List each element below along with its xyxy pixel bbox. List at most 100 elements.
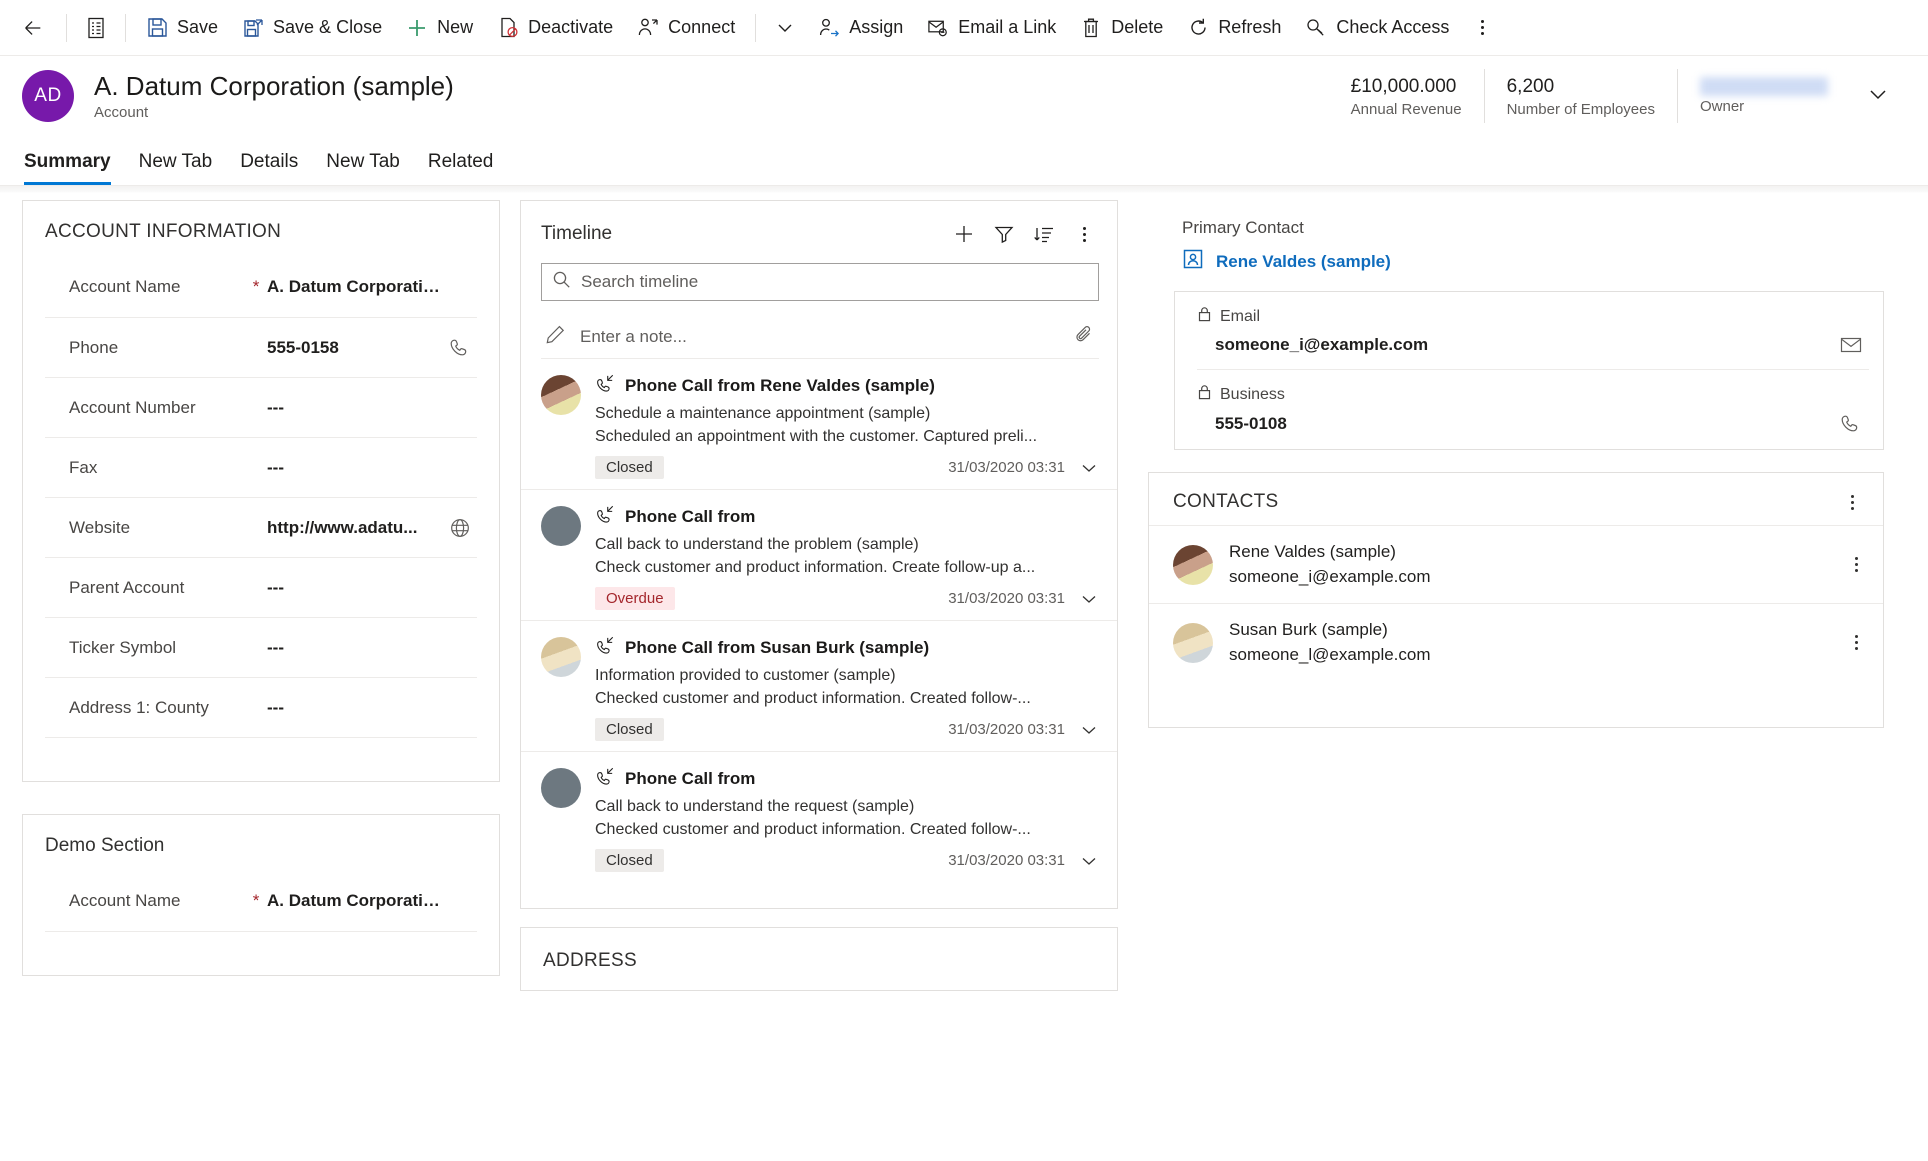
tab-new-tab-1[interactable]: New Tab: [125, 151, 227, 185]
save-and-close-button[interactable]: Save & Close: [230, 6, 394, 50]
owner-value: [1700, 77, 1828, 96]
globe-icon[interactable]: [443, 517, 477, 539]
timeline-item-title: Phone Call from: [625, 506, 756, 526]
address-card: ADDRESS: [520, 927, 1118, 991]
timeline-item-date-group: 31/03/2020 03:31: [948, 458, 1099, 478]
phone-call-icon: [595, 766, 615, 791]
demo-field-account-name[interactable]: Account Name * A. Datum Corporation ...: [45, 871, 477, 931]
chevron-down-icon: [774, 17, 796, 39]
sort-icon[interactable]: [1027, 217, 1061, 251]
tab-details[interactable]: Details: [226, 151, 312, 185]
chevron-down-icon[interactable]: [1079, 458, 1099, 478]
tab-new-tab-2[interactable]: New Tab: [312, 151, 414, 185]
email-a-link-button[interactable]: Email a Link: [915, 6, 1068, 50]
timeline-item-date: 31/03/2020 03:31: [948, 590, 1065, 607]
list-item[interactable]: Rene Valdes (sample) someone_i@example.c…: [1149, 525, 1883, 603]
field-value: ---: [267, 637, 284, 657]
timeline-item-date: 31/03/2020 03:31: [948, 459, 1065, 476]
field-address-1-county[interactable]: Address 1: County ---: [45, 677, 477, 737]
new-button[interactable]: New: [394, 6, 485, 50]
list-item[interactable]: Susan Burk (sample) someone_l@example.co…: [1149, 603, 1883, 681]
filter-icon[interactable]: [987, 217, 1021, 251]
phone-icon[interactable]: [443, 337, 477, 359]
field-account-name[interactable]: Account Name * A. Datum Corporation ...: [45, 257, 477, 317]
timeline-item-subject: Call back to understand the request (sam…: [595, 798, 915, 815]
field-website[interactable]: Website http://www.adatu...: [45, 497, 477, 557]
field-ticker-symbol[interactable]: Ticker Symbol ---: [45, 617, 477, 677]
mail-icon[interactable]: [1833, 336, 1869, 354]
timeline-item-body: Phone Call from Call back to understand …: [595, 766, 1099, 872]
timeline-footer-spacer: [521, 882, 1117, 908]
right-column: Primary Contact Rene Valdes (sample) Ema…: [1128, 200, 1928, 1161]
connect-button[interactable]: Connect: [625, 6, 747, 50]
deactivate-button[interactable]: Deactivate: [485, 6, 625, 50]
avatar: [541, 768, 581, 808]
timeline-item-header: Phone Call from Rene Valdes (sample): [595, 373, 1099, 398]
deactivate-icon: [497, 17, 519, 39]
contact-card-icon: [1182, 248, 1204, 275]
form-selector-button[interactable]: [75, 6, 117, 50]
email-link-icon: [927, 17, 949, 39]
timeline-item[interactable]: Phone Call from Rene Valdes (sample) Sch…: [521, 359, 1117, 490]
number-of-employees-value: 6,200: [1506, 75, 1555, 97]
delete-label: Delete: [1111, 17, 1164, 37]
header-expand-button[interactable]: [1850, 81, 1906, 112]
refresh-button[interactable]: Refresh: [1175, 6, 1293, 50]
avatar: [541, 637, 581, 677]
more-icon[interactable]: [1837, 494, 1867, 510]
field-label: Address 1: County: [69, 697, 209, 717]
chevron-down-icon[interactable]: [1079, 720, 1099, 740]
lock-icon: [1197, 306, 1212, 327]
field-label: Account Name: [69, 277, 181, 296]
stat-owner[interactable]: Owner: [1677, 69, 1850, 123]
timeline-item-date-group: 31/03/2020 03:31: [948, 851, 1099, 871]
check-access-button[interactable]: Check Access: [1293, 6, 1461, 50]
save-and-close-label: Save & Close: [273, 17, 383, 37]
timeline-card: Timeline Search timeline Enter a note...…: [520, 200, 1118, 909]
timeline-item[interactable]: Phone Call from Susan Burk (sample) Info…: [521, 621, 1117, 752]
timeline-item[interactable]: Phone Call from Call back to understand …: [521, 490, 1117, 621]
tab-summary[interactable]: Summary: [22, 151, 125, 185]
refresh-icon: [1187, 17, 1209, 39]
timeline-title: Timeline: [541, 223, 613, 244]
note-input[interactable]: Enter a note...: [541, 315, 1099, 359]
contact-email: someone_l@example.com: [1229, 645, 1431, 664]
stat-annual-revenue[interactable]: £10,000.000 Annual Revenue: [1329, 69, 1484, 123]
more-icon[interactable]: [1067, 217, 1101, 251]
field-label-group: Email: [1197, 306, 1869, 327]
command-bar: Save Save & Close New Deactivate Connect…: [0, 0, 1928, 56]
timeline-actions: [947, 217, 1101, 251]
field-fax[interactable]: Fax ---: [45, 437, 477, 497]
contact-field-business-phone[interactable]: Business 555-0108: [1197, 370, 1869, 449]
timeline-item-description: Checked customer and product information…: [595, 821, 1031, 838]
delete-button[interactable]: Delete: [1068, 6, 1175, 50]
more-icon[interactable]: [1841, 557, 1871, 572]
stat-number-of-employees[interactable]: 6,200 Number of Employees: [1483, 69, 1677, 123]
connect-overflow-button[interactable]: [764, 6, 806, 50]
timeline-item[interactable]: Phone Call from Call back to understand …: [521, 752, 1117, 882]
header-stats: £10,000.000 Annual Revenue 6,200 Number …: [1329, 69, 1850, 123]
field-phone[interactable]: Phone 555-0158: [45, 317, 477, 377]
add-icon[interactable]: [947, 217, 981, 251]
field-row: 555-0108: [1197, 413, 1869, 435]
field-label: Account Name: [69, 891, 181, 910]
phone-icon[interactable]: [1833, 413, 1869, 435]
divider: [66, 13, 67, 42]
contact-field-email[interactable]: Email someone_i@example.com: [1197, 292, 1869, 370]
contacts-footer-spacer: [1149, 681, 1883, 727]
attach-icon[interactable]: [1074, 324, 1095, 350]
search-timeline-input[interactable]: Search timeline: [541, 263, 1099, 301]
primary-contact-link[interactable]: Rene Valdes (sample): [1138, 248, 1906, 291]
assign-button[interactable]: Assign: [806, 6, 915, 50]
chevron-down-icon[interactable]: [1079, 851, 1099, 871]
more-icon[interactable]: [1841, 635, 1871, 650]
tab-related[interactable]: Related: [414, 151, 508, 185]
save-button[interactable]: Save: [134, 6, 230, 50]
field-account-number[interactable]: Account Number ---: [45, 377, 477, 437]
field-parent-account[interactable]: Parent Account ---: [45, 557, 477, 617]
chevron-down-icon[interactable]: [1079, 589, 1099, 609]
back-button[interactable]: [18, 6, 58, 50]
more-commands-button[interactable]: [1461, 6, 1503, 50]
field-value: 555-0108: [1215, 414, 1287, 433]
divider: [755, 13, 757, 42]
